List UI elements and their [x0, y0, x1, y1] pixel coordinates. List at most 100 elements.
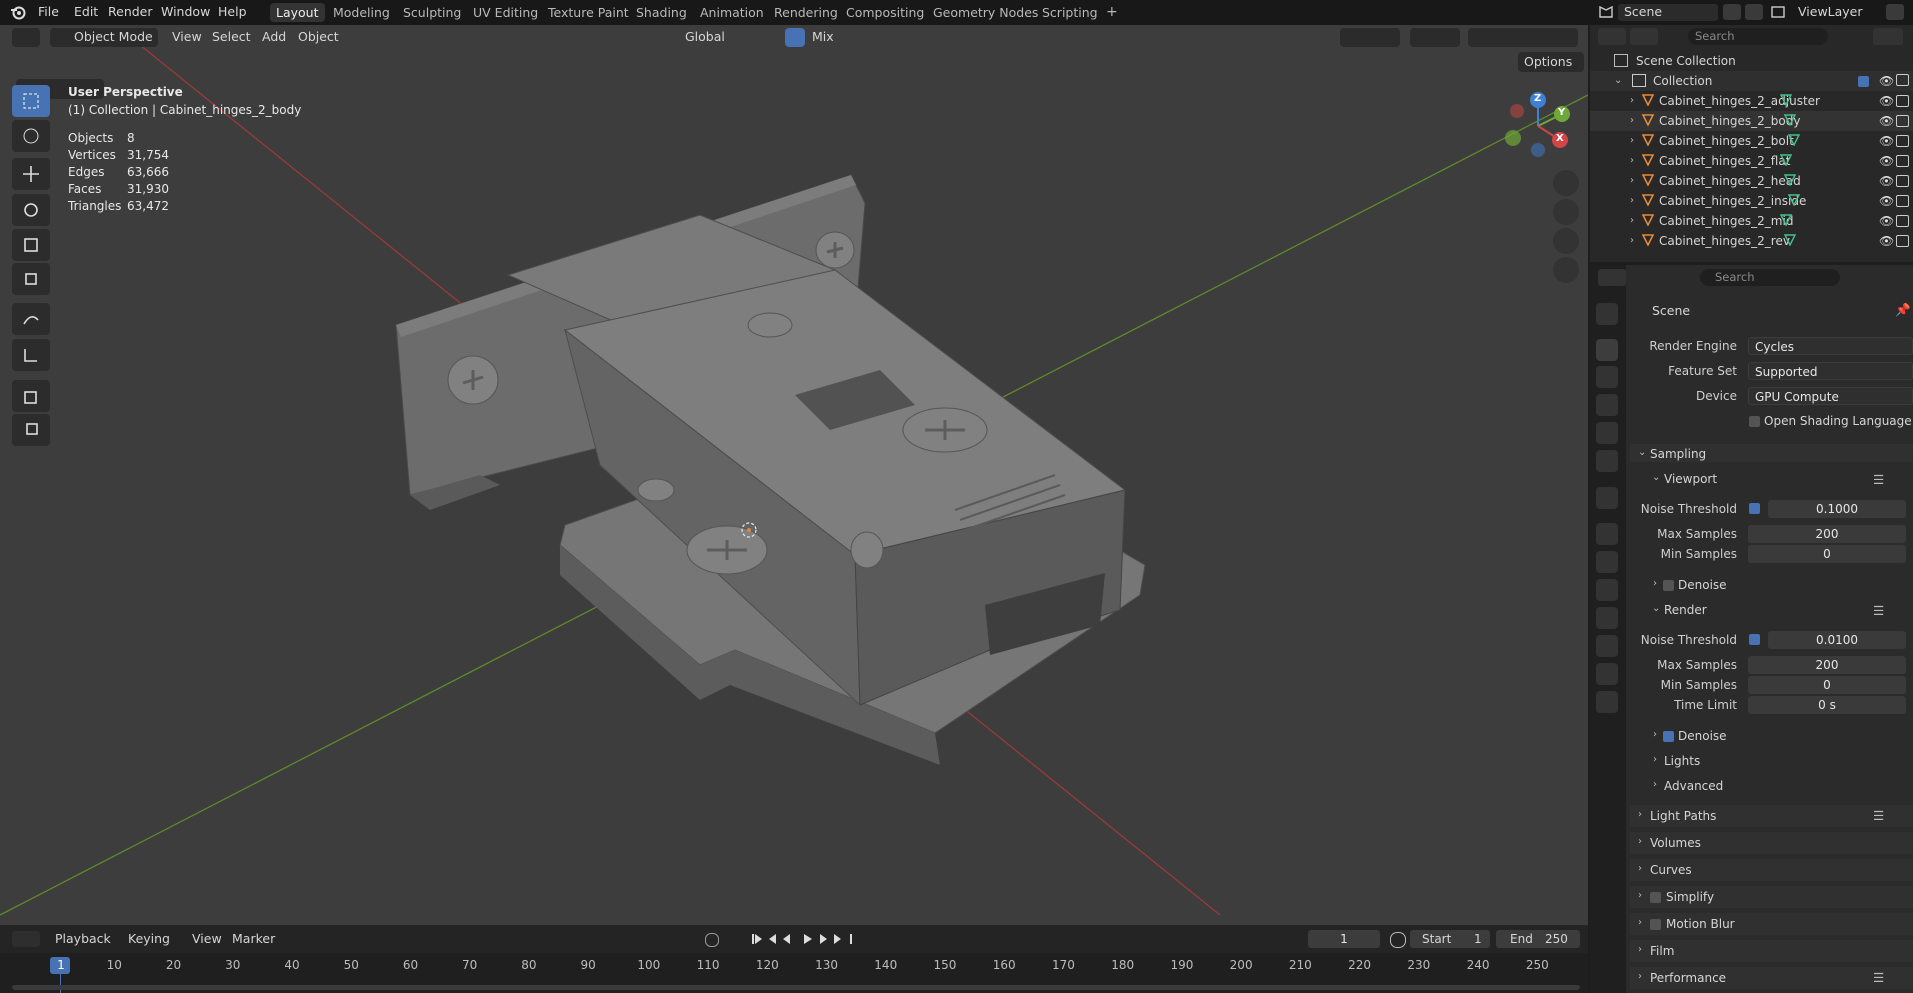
panel-enable-checkbox[interactable]: [1650, 892, 1661, 903]
panel-header-light-paths[interactable]: › Light Paths ☰: [1630, 805, 1913, 827]
menu-help[interactable]: Help: [218, 4, 247, 19]
viewport-noise-threshold-field[interactable]: 0.1000: [1768, 500, 1906, 518]
outliner-object-row[interactable]: › Cabinet_hinges_2_head 👁: [1590, 171, 1913, 191]
tool-tab-icon[interactable]: [1596, 303, 1618, 325]
collection-row[interactable]: ⌄ Collection 👁: [1590, 71, 1913, 91]
material-tab-icon[interactable]: [1596, 691, 1618, 713]
zoom-icon[interactable]: [1553, 170, 1579, 196]
menu-window[interactable]: Window: [161, 4, 210, 19]
panel-header-performance[interactable]: › Performance ☰: [1630, 967, 1913, 989]
outliner-object-row[interactable]: › Cabinet_hinges_2_flat 👁: [1590, 151, 1913, 171]
navigation-gizmo[interactable]: Z Y X: [1500, 88, 1580, 168]
view-layer-tab-icon[interactable]: [1596, 394, 1618, 416]
outliner-object-row[interactable]: › Cabinet_hinges_2_mid 👁: [1590, 211, 1913, 231]
viewport-max-samples-field[interactable]: 200: [1748, 525, 1906, 543]
editor-type-icon[interactable]: [12, 28, 40, 47]
outliner-object-row[interactable]: › Cabinet_hinges_2_adjuster 👁: [1590, 91, 1913, 111]
object-visibility-icon[interactable]: 👁: [1879, 114, 1894, 128]
object-render-icon[interactable]: [1896, 215, 1909, 227]
object-expand-icon[interactable]: ›: [1630, 175, 1634, 186]
cursor-tool-icon[interactable]: [12, 120, 50, 152]
feature-set-dropdown[interactable]: Supported: [1748, 362, 1913, 380]
overlay-icons[interactable]: [1410, 28, 1460, 47]
object-expand-icon[interactable]: ›: [1630, 235, 1634, 246]
viewport-denoise-expand-icon[interactable]: ›: [1653, 578, 1657, 589]
playback-menu[interactable]: Playback: [55, 931, 111, 946]
object-visibility-icon[interactable]: 👁: [1879, 214, 1894, 228]
render-noise-threshold-field[interactable]: 0.0100: [1768, 631, 1906, 649]
tab-modeling[interactable]: Modeling: [327, 3, 396, 22]
display-mode-icon[interactable]: [1630, 28, 1658, 45]
add-workspace-button[interactable]: +: [1100, 3, 1124, 22]
object-render-icon[interactable]: [1896, 115, 1909, 127]
collection-tab-icon[interactable]: [1596, 487, 1618, 509]
world-tab-icon[interactable]: [1596, 450, 1618, 472]
3d-viewport[interactable]: [0, 25, 1588, 925]
outliner-object-row[interactable]: › Cabinet_hinges_2_rev 👁: [1590, 231, 1913, 251]
camera-view-icon[interactable]: [1553, 228, 1579, 254]
menu-edit[interactable]: Edit: [74, 4, 98, 19]
shading-mode-icons[interactable]: [1468, 28, 1578, 47]
select-menu[interactable]: Select: [212, 29, 251, 44]
tab-animation[interactable]: Animation: [694, 3, 770, 22]
tab-texture-paint[interactable]: Texture Paint: [542, 3, 635, 22]
viewport-canvas[interactable]: [0, 25, 1588, 925]
filter-icon[interactable]: [1873, 28, 1903, 45]
menu-file[interactable]: File: [38, 4, 59, 19]
panel-presets-icon[interactable]: ☰: [1873, 808, 1884, 823]
render-max-samples-field[interactable]: 200: [1748, 656, 1906, 674]
new-view-layer-icon[interactable]: [1886, 4, 1904, 20]
marker-menu[interactable]: Marker: [232, 931, 275, 946]
tab-uv-editing[interactable]: UV Editing: [467, 3, 544, 22]
render-tab-icon[interactable]: [1596, 339, 1618, 361]
annotate-tool-icon[interactable]: [12, 303, 50, 335]
timeline-scrollbar[interactable]: [12, 985, 1580, 990]
render-noise-threshold-checkbox[interactable]: [1749, 634, 1760, 645]
move-tool-icon[interactable]: [12, 158, 50, 190]
delete-scene-icon[interactable]: [1745, 4, 1763, 20]
object-expand-icon[interactable]: ›: [1630, 95, 1634, 106]
collection-include-checkbox[interactable]: [1858, 76, 1869, 87]
lights-label[interactable]: Lights: [1664, 754, 1700, 768]
scene-collection-row[interactable]: Scene Collection: [1590, 51, 1913, 71]
panel-header-curves[interactable]: › Curves: [1630, 859, 1913, 881]
object-visibility-icon[interactable]: 👁: [1879, 194, 1894, 208]
tab-scripting[interactable]: Scripting: [1036, 3, 1104, 22]
snap-toggle-icon[interactable]: [785, 28, 805, 47]
viewport-denoise-checkbox[interactable]: [1663, 580, 1674, 591]
snap-target[interactable]: Mix: [812, 29, 834, 44]
device-dropdown[interactable]: GPU Compute: [1748, 387, 1913, 405]
extrude-tool-icon[interactable]: [12, 414, 50, 446]
playback-controls[interactable]: [750, 930, 865, 948]
view-layer-name[interactable]: ViewLayer: [1798, 4, 1863, 19]
render-denoise-expand-icon[interactable]: ›: [1653, 729, 1657, 740]
outliner-panel[interactable]: Search Scene Collection ⌄ Collection 👁 ›…: [1590, 25, 1913, 262]
outliner-object-row[interactable]: › Cabinet_hinges_2_inside 👁: [1590, 191, 1913, 211]
add-menu[interactable]: Add: [262, 29, 286, 44]
object-tab-icon[interactable]: [1596, 523, 1618, 545]
panel-expand-icon[interactable]: ›: [1638, 890, 1642, 901]
collection-visibility-icon[interactable]: 👁: [1879, 74, 1894, 88]
modifier-tab-icon[interactable]: [1596, 551, 1618, 573]
visibility-gizmo-icons[interactable]: [1340, 28, 1400, 47]
pin-icon[interactable]: 📌: [1895, 302, 1911, 318]
scene-tab-icon[interactable]: [1596, 422, 1618, 444]
panel-header-volumes[interactable]: › Volumes: [1630, 832, 1913, 854]
panel-expand-icon[interactable]: ›: [1638, 917, 1642, 928]
preview-range-clock-icon[interactable]: [1390, 932, 1406, 948]
pan-hand-icon[interactable]: [1553, 199, 1579, 225]
new-scene-icon[interactable]: [1723, 4, 1741, 20]
scale-tool-icon[interactable]: [12, 229, 50, 261]
render-denoise-checkbox[interactable]: [1663, 731, 1674, 742]
menu-render[interactable]: Render: [108, 4, 153, 19]
object-render-icon[interactable]: [1896, 175, 1909, 187]
blender-logo-icon[interactable]: [10, 4, 26, 20]
ortho-toggle-icon[interactable]: [1553, 257, 1579, 283]
viewport-noise-threshold-checkbox[interactable]: [1749, 503, 1760, 514]
panel-header-film[interactable]: › Film: [1630, 940, 1913, 962]
outliner-object-row[interactable]: › Cabinet_hinges_2_body 👁: [1590, 111, 1913, 131]
object-expand-icon[interactable]: ›: [1630, 195, 1634, 206]
timeline-editor[interactable]: Playback Keying View Marker 1 Start 1 En…: [0, 925, 1588, 993]
transform-tool-icon[interactable]: [12, 263, 50, 295]
object-render-icon[interactable]: [1896, 195, 1909, 207]
